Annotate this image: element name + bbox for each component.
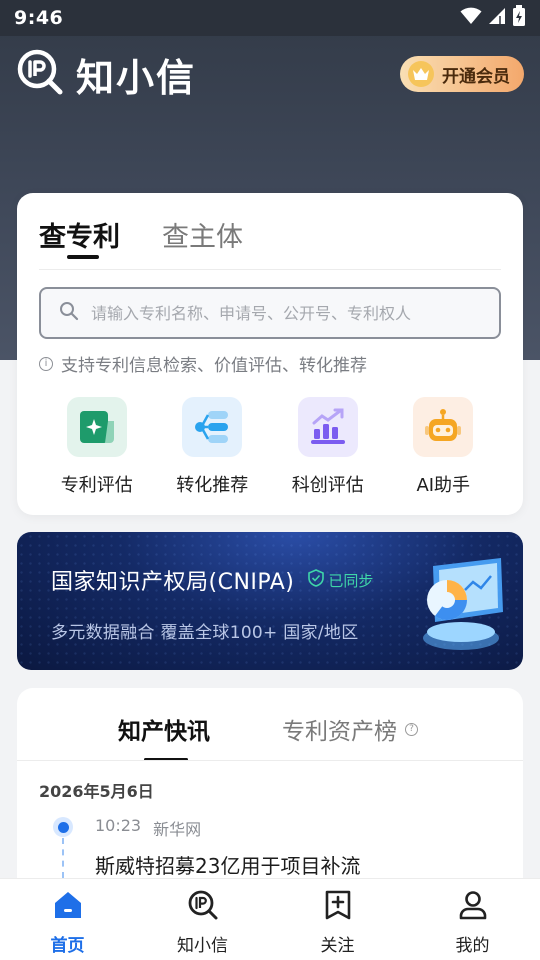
banner-subtitle: 多元数据融合 覆盖全球100+ 国家/地区 <box>51 623 359 643</box>
tab-divider <box>39 269 501 270</box>
nav-label: 我的 <box>455 936 490 956</box>
tool-tech-evaluate[interactable]: 科创评估 <box>270 397 386 497</box>
ip-search-icon <box>187 889 219 925</box>
nav-label: 首页 <box>50 936 85 956</box>
news-tabs: 知产快讯 专利资产榜 ? <box>17 708 523 762</box>
shield-check-icon <box>308 569 325 591</box>
tab-patent-asset-ranking[interactable]: 专利资产榜 ? <box>282 712 418 746</box>
tool-transfer-recommend[interactable]: 转化推荐 <box>155 397 271 497</box>
tab-entity[interactable]: 查主体 <box>162 215 243 259</box>
status-time: 9:46 <box>14 7 64 29</box>
wifi-icon <box>460 7 482 29</box>
search-hint-text: 支持专利信息检索、价值评估、转化推荐 <box>61 356 367 376</box>
tool-label: AI助手 <box>416 475 471 496</box>
nav-home[interactable]: 首页 <box>13 889 123 956</box>
news-date: 2026年5月6日 <box>39 782 154 801</box>
banner-title-row: 国家知识产权局(CNIPA) 已同步 <box>51 564 373 596</box>
nav-zhixiaoxin[interactable]: 知小信 <box>148 889 258 956</box>
news-item-time: 10:23 <box>95 816 142 835</box>
search-input[interactable] <box>91 303 499 323</box>
banner-title: 国家知识产权局(CNIPA) <box>51 570 295 595</box>
timeline-line <box>62 838 64 878</box>
crown-icon <box>408 61 434 87</box>
app-header: 知小信 开通会员 <box>0 46 540 102</box>
news-item-meta: 10:23 新华网 <box>95 816 201 840</box>
nav-label: 知小信 <box>177 936 228 956</box>
search-card: 查专利 查主体 i 支持专利信息检索、价值评估、转化推荐 专利评估 <box>17 193 523 515</box>
news-item-source: 新华网 <box>153 820 202 839</box>
battery-icon <box>512 5 526 31</box>
follow-icon <box>322 889 354 925</box>
synced-badge: 已同步 <box>308 569 373 591</box>
tool-label: 科创评估 <box>291 475 364 496</box>
ai-robot-icon <box>413 397 474 457</box>
search-hint: i 支持专利信息检索、价值评估、转化推荐 <box>39 351 367 376</box>
help-icon[interactable]: ? <box>405 722 418 736</box>
brand: 知小信 <box>16 47 196 102</box>
tool-grid: 专利评估 转化推荐 科创评估 AI助手 <box>39 397 501 497</box>
app-logo-icon <box>16 48 64 100</box>
tool-label: 转化推荐 <box>176 475 249 496</box>
news-divider <box>17 760 523 761</box>
vip-label: 开通会员 <box>442 66 510 87</box>
vip-button[interactable]: 开通会员 <box>400 56 524 92</box>
tab-patent-asset-ranking-label: 专利资产榜 <box>282 719 397 745</box>
status-bar: 9:46 <box>0 0 540 36</box>
tool-patent-evaluate[interactable]: 专利评估 <box>39 397 155 497</box>
tab-patent[interactable]: 查专利 <box>39 215 120 259</box>
status-icons <box>460 5 526 31</box>
tool-ai-assistant[interactable]: AI助手 <box>386 397 502 497</box>
news-item-title[interactable]: 斯威特招募23亿用于项目补流 <box>95 850 360 879</box>
cnipa-banner[interactable]: 国家知识产权局(CNIPA) 已同步 多元数据融合 覆盖全球100+ 国家/地区 <box>17 532 523 670</box>
timeline-dot-icon <box>53 817 73 837</box>
synced-label: 已同步 <box>328 571 374 590</box>
signal-icon <box>488 7 506 29</box>
transfer-recommend-icon <box>182 397 243 457</box>
nav-label: 关注 <box>320 936 355 956</box>
patent-evaluate-icon <box>66 397 127 457</box>
search-box[interactable] <box>39 287 501 339</box>
bottom-nav: 首页 知小信 关注 我的 <box>0 878 540 960</box>
tab-ip-news[interactable]: 知产快讯 <box>118 712 210 761</box>
tech-evaluate-icon <box>297 397 358 457</box>
search-tabs: 查专利 查主体 <box>39 215 243 259</box>
nav-follow[interactable]: 关注 <box>283 889 393 956</box>
user-icon <box>457 889 489 925</box>
home-icon <box>52 889 84 925</box>
data-dashboard-illustration <box>407 550 515 658</box>
app-name: 知小信 <box>76 55 197 100</box>
nav-mine[interactable]: 我的 <box>418 889 528 956</box>
info-icon: i <box>39 356 53 371</box>
tool-label: 专利评估 <box>60 475 133 496</box>
search-icon <box>59 301 79 325</box>
